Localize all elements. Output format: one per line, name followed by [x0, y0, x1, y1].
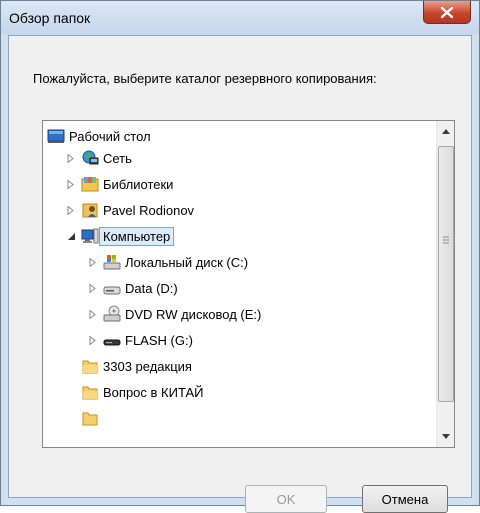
tree-item-folder-china[interactable]: Вопрос в КИТАЙ [81, 381, 203, 403]
tree-item-label: Рабочий стол [69, 128, 151, 144]
desktop-icon [47, 127, 65, 145]
close-button[interactable] [423, 1, 471, 24]
expand-arrow-icon[interactable] [87, 308, 99, 320]
tree-item-label: Data (D:) [125, 280, 178, 296]
tree-item-user-folder[interactable]: Pavel Rodionov [65, 199, 194, 221]
tree-item-drive-e[interactable]: DVD RW дисковод (E:) [87, 303, 261, 325]
dialog-title: Обзор папок [9, 10, 91, 26]
expand-arrow-icon[interactable] [65, 204, 77, 216]
dvd-drive-icon [103, 305, 121, 323]
tree-item-label: Компьютер [99, 226, 175, 246]
folder-icon [81, 383, 99, 401]
libraries-icon [81, 175, 99, 193]
flash-drive-icon [103, 331, 121, 349]
tree-item-label: FLASH (G:) [125, 332, 193, 348]
scroll-thumb[interactable] [438, 146, 454, 402]
folder-icon [81, 357, 99, 375]
collapse-arrow-icon[interactable] [65, 230, 77, 242]
tree-item-label: Сеть [103, 150, 132, 166]
tree-item-libraries[interactable]: Библиотеки [65, 173, 173, 195]
computer-icon [81, 227, 99, 245]
expand-arrow-icon[interactable] [87, 282, 99, 294]
network-icon [81, 149, 99, 167]
arrow-down-icon [441, 434, 450, 439]
tree-item-folder-3303[interactable]: 3303 редакция [81, 355, 192, 377]
tree-item-partial[interactable] [81, 407, 103, 429]
tree-item-computer[interactable]: Компьютер [65, 225, 175, 247]
expand-arrow-icon[interactable] [87, 334, 99, 346]
folder-tree[interactable]: Рабочий стол Сеть Библиотеки Pavel Rodio… [42, 120, 455, 448]
arrow-up-icon [441, 129, 450, 134]
tree-item-label: Локальный диск (C:) [125, 254, 249, 270]
expand-arrow-icon[interactable] [87, 256, 99, 268]
browse-folder-dialog: Обзор папок Пожалуйста, выберите каталог… [0, 0, 480, 513]
ok-button[interactable]: OK [245, 485, 327, 513]
tree-item-drive-g[interactable]: FLASH (G:) [87, 329, 193, 351]
expand-arrow-icon[interactable] [65, 178, 77, 190]
title-bar[interactable]: Обзор папок [1, 1, 479, 35]
grip-icon [443, 236, 449, 244]
system-drive-icon [103, 253, 121, 271]
cancel-button[interactable]: Отмена [362, 485, 448, 513]
close-icon [441, 6, 453, 18]
tree-item-label: Вопрос в КИТАЙ [103, 384, 204, 400]
tree-item-drive-d[interactable]: Data (D:) [87, 277, 178, 299]
folder-icon [81, 409, 99, 427]
user-folder-icon [81, 201, 99, 219]
dialog-body: Пожалуйста, выберите каталог резервного … [8, 35, 472, 513]
tree-item-network[interactable]: Сеть [65, 147, 132, 169]
scroll-up-button[interactable] [437, 123, 454, 140]
tree-item-label: Pavel Rodionov [103, 202, 195, 218]
tree-item-label: Библиотеки [103, 176, 174, 192]
prompt-text: Пожалуйста, выберите каталог резервного … [33, 71, 377, 86]
scroll-down-button[interactable] [437, 428, 454, 445]
tree-item-label: DVD RW дисковод (E:) [125, 306, 262, 322]
tree-item-desktop[interactable]: Рабочий стол [47, 125, 151, 147]
hard-drive-icon [103, 279, 121, 297]
tree-item-label: 3303 редакция [103, 358, 192, 374]
tree-scrollbar[interactable] [436, 121, 454, 447]
expand-arrow-icon[interactable] [65, 152, 77, 164]
tree-item-drive-c[interactable]: Локальный диск (C:) [87, 251, 248, 273]
